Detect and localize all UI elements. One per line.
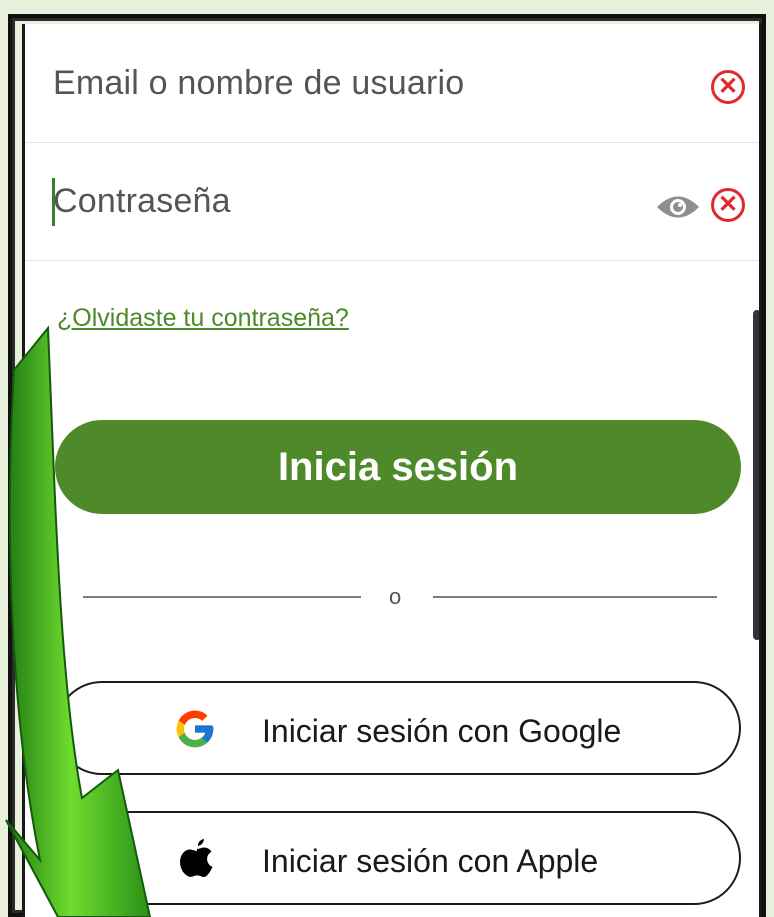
email-placeholder: Email o nombre de usuario [53, 64, 465, 102]
eye-icon[interactable] [655, 192, 701, 222]
email-field[interactable]: Email o nombre de usuario ✕ [25, 24, 759, 143]
apple-logo-icon [180, 839, 213, 877]
divider-right [433, 596, 717, 598]
password-field[interactable]: Contraseña ✕ [25, 142, 759, 261]
clear-password-icon[interactable]: ✕ [711, 188, 745, 222]
divider-text: o [389, 584, 402, 609]
clear-email-icon[interactable]: ✕ [711, 70, 745, 104]
green-arrow-annotation [5, 325, 152, 917]
google-button-label: Iniciar sesión con Google [262, 713, 622, 749]
scrollbar[interactable] [753, 310, 759, 640]
password-placeholder: Contraseña [53, 182, 231, 220]
apple-button-label: Iniciar sesión con Apple [262, 843, 599, 879]
